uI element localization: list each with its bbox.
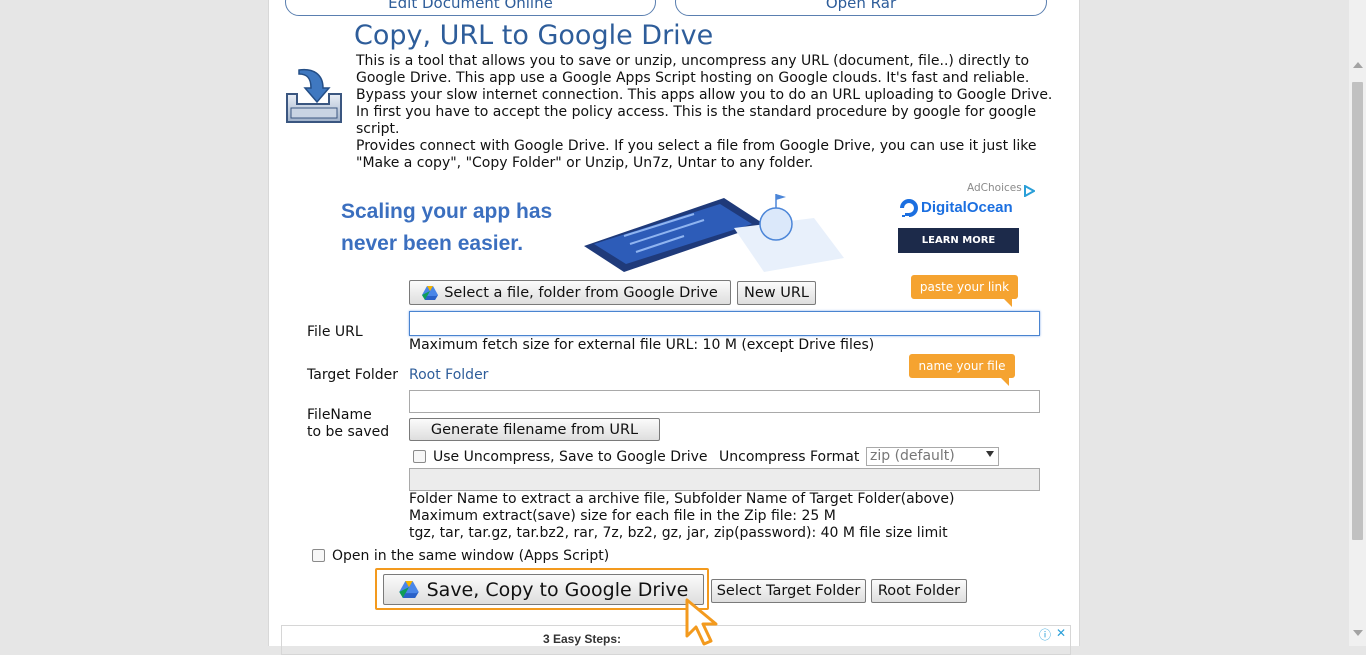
file-url-input[interactable]: [409, 311, 1040, 336]
page-scrollbar[interactable]: [1349, 0, 1366, 646]
save-copy-button[interactable]: Save, Copy to Google Drive: [383, 574, 704, 605]
ad-headline-1: Scaling your app has: [341, 200, 553, 223]
generate-filename-label: Generate filename from URL: [430, 421, 639, 438]
scrollbar-thumb[interactable]: [1352, 82, 1363, 540]
root-folder-label: Root Folder: [877, 583, 961, 599]
filename-input[interactable]: [409, 390, 1040, 413]
ad-headline-2: never been easier.: [341, 232, 524, 255]
extract-folder-input[interactable]: [409, 468, 1040, 491]
adchoices-icon[interactable]: [1024, 182, 1037, 198]
ad-illustration: [584, 188, 844, 272]
ad-banner[interactable]: Scaling your app has never been easier. …: [309, 180, 1041, 272]
target-folder-link[interactable]: Root Folder: [409, 367, 488, 384]
chevron-down-icon: [986, 451, 994, 457]
description-line-6: Provides connect with Google Drive. If y…: [356, 138, 1037, 154]
extract-note-3: tgz, tar, tar.gz, tar.bz2, rar, 7z, bz2,…: [409, 525, 948, 541]
use-uncompress-label: Use Uncompress, Save to Google Drive: [433, 449, 708, 465]
uncompress-format-value: zip (default): [870, 448, 955, 464]
description-line-3: Bypass your slow internet connection. Th…: [356, 87, 1053, 103]
save-copy-label: Save, Copy to Google Drive: [426, 578, 689, 601]
description-line-5: script.: [356, 121, 400, 137]
select-from-drive-button[interactable]: Select a file, folder from Google Drive: [409, 280, 731, 305]
name-file-tooltip: name your file: [909, 354, 1015, 386]
select-target-folder-label: Select Target Folder: [716, 583, 861, 599]
extract-note-2: Maximum extract(save) size for each file…: [409, 508, 836, 524]
ad-learn-more-button[interactable]: LEARN MORE: [898, 228, 1019, 253]
description-line-2: Google Drive. This app use a Google Apps…: [356, 70, 1030, 86]
edit-document-online-label: Edit Document Online: [388, 0, 553, 12]
max-fetch-note: Maximum fetch size for external file URL…: [409, 337, 875, 353]
cursor-icon: [683, 596, 733, 646]
bottom-ad-title: 3 Easy Steps:: [543, 632, 622, 646]
same-window-label: Open in the same window (Apps Script): [332, 548, 610, 564]
google-drive-icon: [422, 285, 439, 300]
select-target-folder-button[interactable]: Select Target Folder: [711, 579, 866, 603]
filename-label-line-2: to be saved: [307, 424, 390, 440]
filename-label-line-1: FileName: [307, 407, 372, 423]
download-tray-icon: [283, 64, 345, 128]
new-url-button[interactable]: New URL: [737, 281, 816, 305]
scroll-up-arrow-icon[interactable]: [1353, 62, 1363, 68]
select-from-drive-label: Select a file, folder from Google Drive: [444, 284, 718, 301]
ad-brand: DigitalOcean: [921, 199, 1013, 216]
new-url-label: New URL: [743, 285, 809, 301]
generate-filename-button[interactable]: Generate filename from URL: [409, 418, 660, 441]
file-url-label: File URL: [307, 324, 363, 340]
target-folder-label: Target Folder: [307, 367, 399, 383]
use-uncompress-checkbox[interactable]: [413, 450, 426, 463]
page-title: Copy, URL to Google Drive: [354, 20, 714, 51]
same-window-checkbox[interactable]: [312, 549, 325, 562]
ad-info-icon[interactable]: ⓘ: [1039, 626, 1051, 643]
uncompress-format-label: Uncompress Format: [719, 449, 860, 465]
open-rar-button[interactable]: Open Rar: [675, 0, 1047, 16]
ad-close-icon[interactable]: ✕: [1056, 626, 1066, 640]
edit-document-online-button[interactable]: Edit Document Online: [285, 0, 656, 16]
bottom-ad-frame[interactable]: 3 Easy Steps: ⓘ ✕: [281, 625, 1071, 655]
description-line-7: "Make a copy", "Copy Folder" or Unzip, U…: [356, 155, 814, 171]
open-rar-label: Open Rar: [825, 0, 897, 12]
scroll-down-arrow-icon[interactable]: [1353, 630, 1363, 636]
extract-note-1: Folder Name to extract a archive file, S…: [409, 491, 955, 507]
adchoices-label[interactable]: AdChoices: [967, 182, 1022, 194]
paste-link-tooltip: paste your link: [911, 275, 1018, 307]
uncompress-format-select[interactable]: zip (default): [866, 447, 999, 466]
description-line-4: In first you have to accept the policy a…: [356, 104, 1037, 120]
root-folder-button[interactable]: Root Folder: [871, 579, 967, 603]
description-line-1: This is a tool that allows you to save o…: [356, 53, 1030, 69]
digitalocean-logo-icon: [899, 199, 919, 219]
page-content: Edit Document Online Open Rar Copy, URL …: [268, 0, 1080, 655]
google-drive-icon: [398, 581, 419, 598]
